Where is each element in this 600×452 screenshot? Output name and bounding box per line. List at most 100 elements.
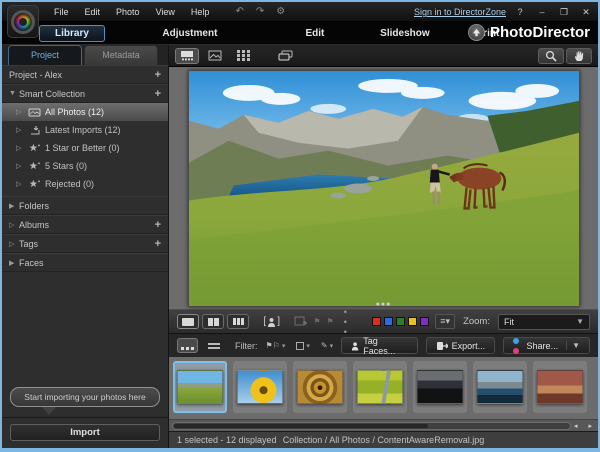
tag-faces-button[interactable]: Tag Faces...	[341, 337, 417, 354]
expand-triangle-icon[interactable]: ▷	[16, 108, 26, 116]
main-photo[interactable]	[188, 70, 580, 307]
label-filter-dropdown[interactable]: ▾	[293, 340, 313, 352]
signin-directorzone-link[interactable]: Sign in to DirectorZone	[414, 7, 506, 17]
collapsed-triangle-icon[interactable]: ▷	[9, 240, 19, 248]
import-button[interactable]: Import	[10, 424, 160, 441]
collapsed-triangle-icon[interactable]: ▶	[9, 202, 19, 210]
share-button[interactable]: Share... ▼	[503, 337, 590, 354]
tab-edit[interactable]: Edit	[280, 25, 350, 42]
viewer-mode-grid-button[interactable]	[231, 48, 255, 64]
thumbnail-2-sunflower[interactable]	[233, 361, 287, 413]
tab-adjustment[interactable]: Adjustment	[135, 25, 245, 42]
color-label-red[interactable]	[372, 317, 381, 326]
menu-file[interactable]: File	[46, 4, 77, 20]
panel-resize-grip[interactable]: ●●●	[376, 301, 392, 308]
color-label-blue[interactable]	[384, 317, 393, 326]
add-album-button[interactable]: +	[155, 219, 161, 231]
scrollbar-track[interactable]	[172, 422, 571, 430]
share-dropdown-arrow[interactable]: ▼	[566, 341, 580, 350]
collapsed-triangle-icon[interactable]: ▷	[9, 221, 19, 229]
tag-face-icon-button[interactable]: []	[263, 316, 280, 327]
add-project-button[interactable]: +	[155, 69, 161, 81]
section-faces[interactable]: ▶ Faces	[2, 253, 168, 272]
undo-icon[interactable]: ↶	[231, 5, 247, 18]
collapse-triangle-icon[interactable]: ▼	[9, 90, 19, 97]
thumbnail-6-mountain-lake[interactable]	[473, 361, 527, 413]
import-tooltip: Start importing your photos here	[10, 387, 160, 407]
close-button[interactable]: ✕	[578, 7, 594, 18]
tab-library[interactable]: Library	[39, 25, 105, 42]
tree-item-1-star-or-better[interactable]: ▷ 1 Star or Better (0)	[2, 139, 168, 157]
viewer-mode-filmstrip-button[interactable]	[175, 48, 199, 64]
export-label: Export...	[452, 341, 486, 351]
tree-item-5-stars[interactable]: ▷ 5 Stars (0)	[2, 157, 168, 175]
add-to-album-icon-button[interactable]	[294, 316, 307, 327]
mirror-mode-button[interactable]	[273, 48, 297, 64]
hand-pan-tool-button[interactable]	[566, 48, 592, 64]
thumbnail-scrollbar[interactable]: ◂ ▸	[169, 419, 598, 431]
thumbnail-5-dark-landscape[interactable]	[413, 361, 467, 413]
app-logo	[7, 5, 39, 38]
library-sidebar: Project Metadata Project - Alex + ▼ Smar…	[2, 45, 169, 448]
view-compare-button[interactable]	[202, 314, 224, 329]
flag-pick-icon-button[interactable]: ⚑	[313, 317, 320, 326]
brand-up-arrow-icon	[468, 24, 485, 41]
menu-photo[interactable]: Photo	[108, 4, 148, 20]
edited-filter-dropdown[interactable]: ✎▾	[318, 339, 336, 352]
tree-item-rejected[interactable]: ▷ Rejected (0)	[2, 175, 168, 193]
smart-collection-header[interactable]: ▼ Smart Collection +	[2, 84, 168, 103]
maximize-button[interactable]: ❐	[556, 7, 572, 18]
tree-item-latest-imports[interactable]: ▷ Latest Imports (12)	[2, 121, 168, 139]
project-header[interactable]: Project - Alex +	[2, 65, 168, 84]
collapsed-triangle-icon[interactable]: ▶	[9, 259, 19, 267]
viewer-toolbar	[169, 45, 598, 67]
zoom-label: Zoom:	[463, 316, 490, 327]
view-single-button[interactable]	[177, 314, 199, 329]
redo-icon[interactable]: ↷	[252, 5, 268, 18]
thumbnail-7-partial[interactable]	[533, 361, 587, 413]
project-header-label: Project - Alex	[9, 70, 62, 80]
add-smart-collection-button[interactable]: +	[155, 88, 161, 100]
section-label: Albums	[19, 220, 49, 230]
current-photo-path: Collection / All Photos / ContentAwareRe…	[283, 435, 484, 445]
flag-reject-icon-button[interactable]: ⚑	[327, 317, 334, 326]
section-folders[interactable]: ▶ Folders	[2, 196, 168, 215]
expand-triangle-icon[interactable]: ▷	[16, 144, 26, 152]
view-multiple-button[interactable]	[227, 314, 249, 329]
thumbnail-1-selected[interactable]	[173, 361, 227, 413]
display-options-button[interactable]: ≡▾	[435, 314, 455, 329]
color-label-yellow[interactable]	[408, 317, 417, 326]
menu-help[interactable]: Help	[183, 4, 218, 20]
browser-thumbnail-view-button[interactable]	[177, 338, 198, 353]
section-tags[interactable]: ▷ Tags +	[2, 234, 168, 253]
zoom-tool-button[interactable]	[538, 48, 564, 64]
add-tag-button[interactable]: +	[155, 238, 161, 250]
tab-metadata[interactable]: Metadata	[84, 45, 158, 65]
photo-viewer[interactable]: ●●●	[169, 67, 598, 309]
expand-triangle-icon[interactable]: ▷	[16, 126, 26, 134]
color-label-purple[interactable]	[420, 317, 429, 326]
tab-slideshow[interactable]: Slideshow	[360, 25, 450, 42]
tab-project[interactable]: Project	[8, 45, 82, 65]
minimize-button[interactable]: –	[534, 7, 550, 17]
help-button[interactable]: ?	[512, 7, 528, 17]
menu-view[interactable]: View	[148, 4, 183, 20]
tree-item-all-photos[interactable]: ▷ All Photos (12)	[2, 103, 168, 121]
zoom-level-dropdown[interactable]: Fit ▼	[498, 314, 590, 330]
flag-filter-dropdown[interactable]: ⚑⚐▾	[263, 339, 289, 352]
settings-gear-icon[interactable]: ⚙	[272, 5, 289, 18]
expand-triangle-icon[interactable]: ▷	[16, 180, 26, 188]
scroll-right-arrow[interactable]: ▸	[588, 422, 592, 430]
section-albums[interactable]: ▷ Albums +	[2, 215, 168, 234]
thumbnail-3-spiral[interactable]	[293, 361, 347, 413]
menu-edit[interactable]: Edit	[77, 4, 109, 20]
color-label-green[interactable]	[396, 317, 405, 326]
browser-list-view-button[interactable]	[203, 338, 224, 353]
scrollbar-handle[interactable]	[174, 424, 428, 428]
thumbnail-strip	[169, 357, 598, 419]
export-button[interactable]: Export...	[426, 337, 496, 354]
expand-triangle-icon[interactable]: ▷	[16, 162, 26, 170]
viewer-mode-single-button[interactable]	[203, 48, 227, 64]
thumbnail-4-flower-field[interactable]	[353, 361, 407, 413]
scroll-left-arrow[interactable]: ◂	[574, 422, 578, 430]
